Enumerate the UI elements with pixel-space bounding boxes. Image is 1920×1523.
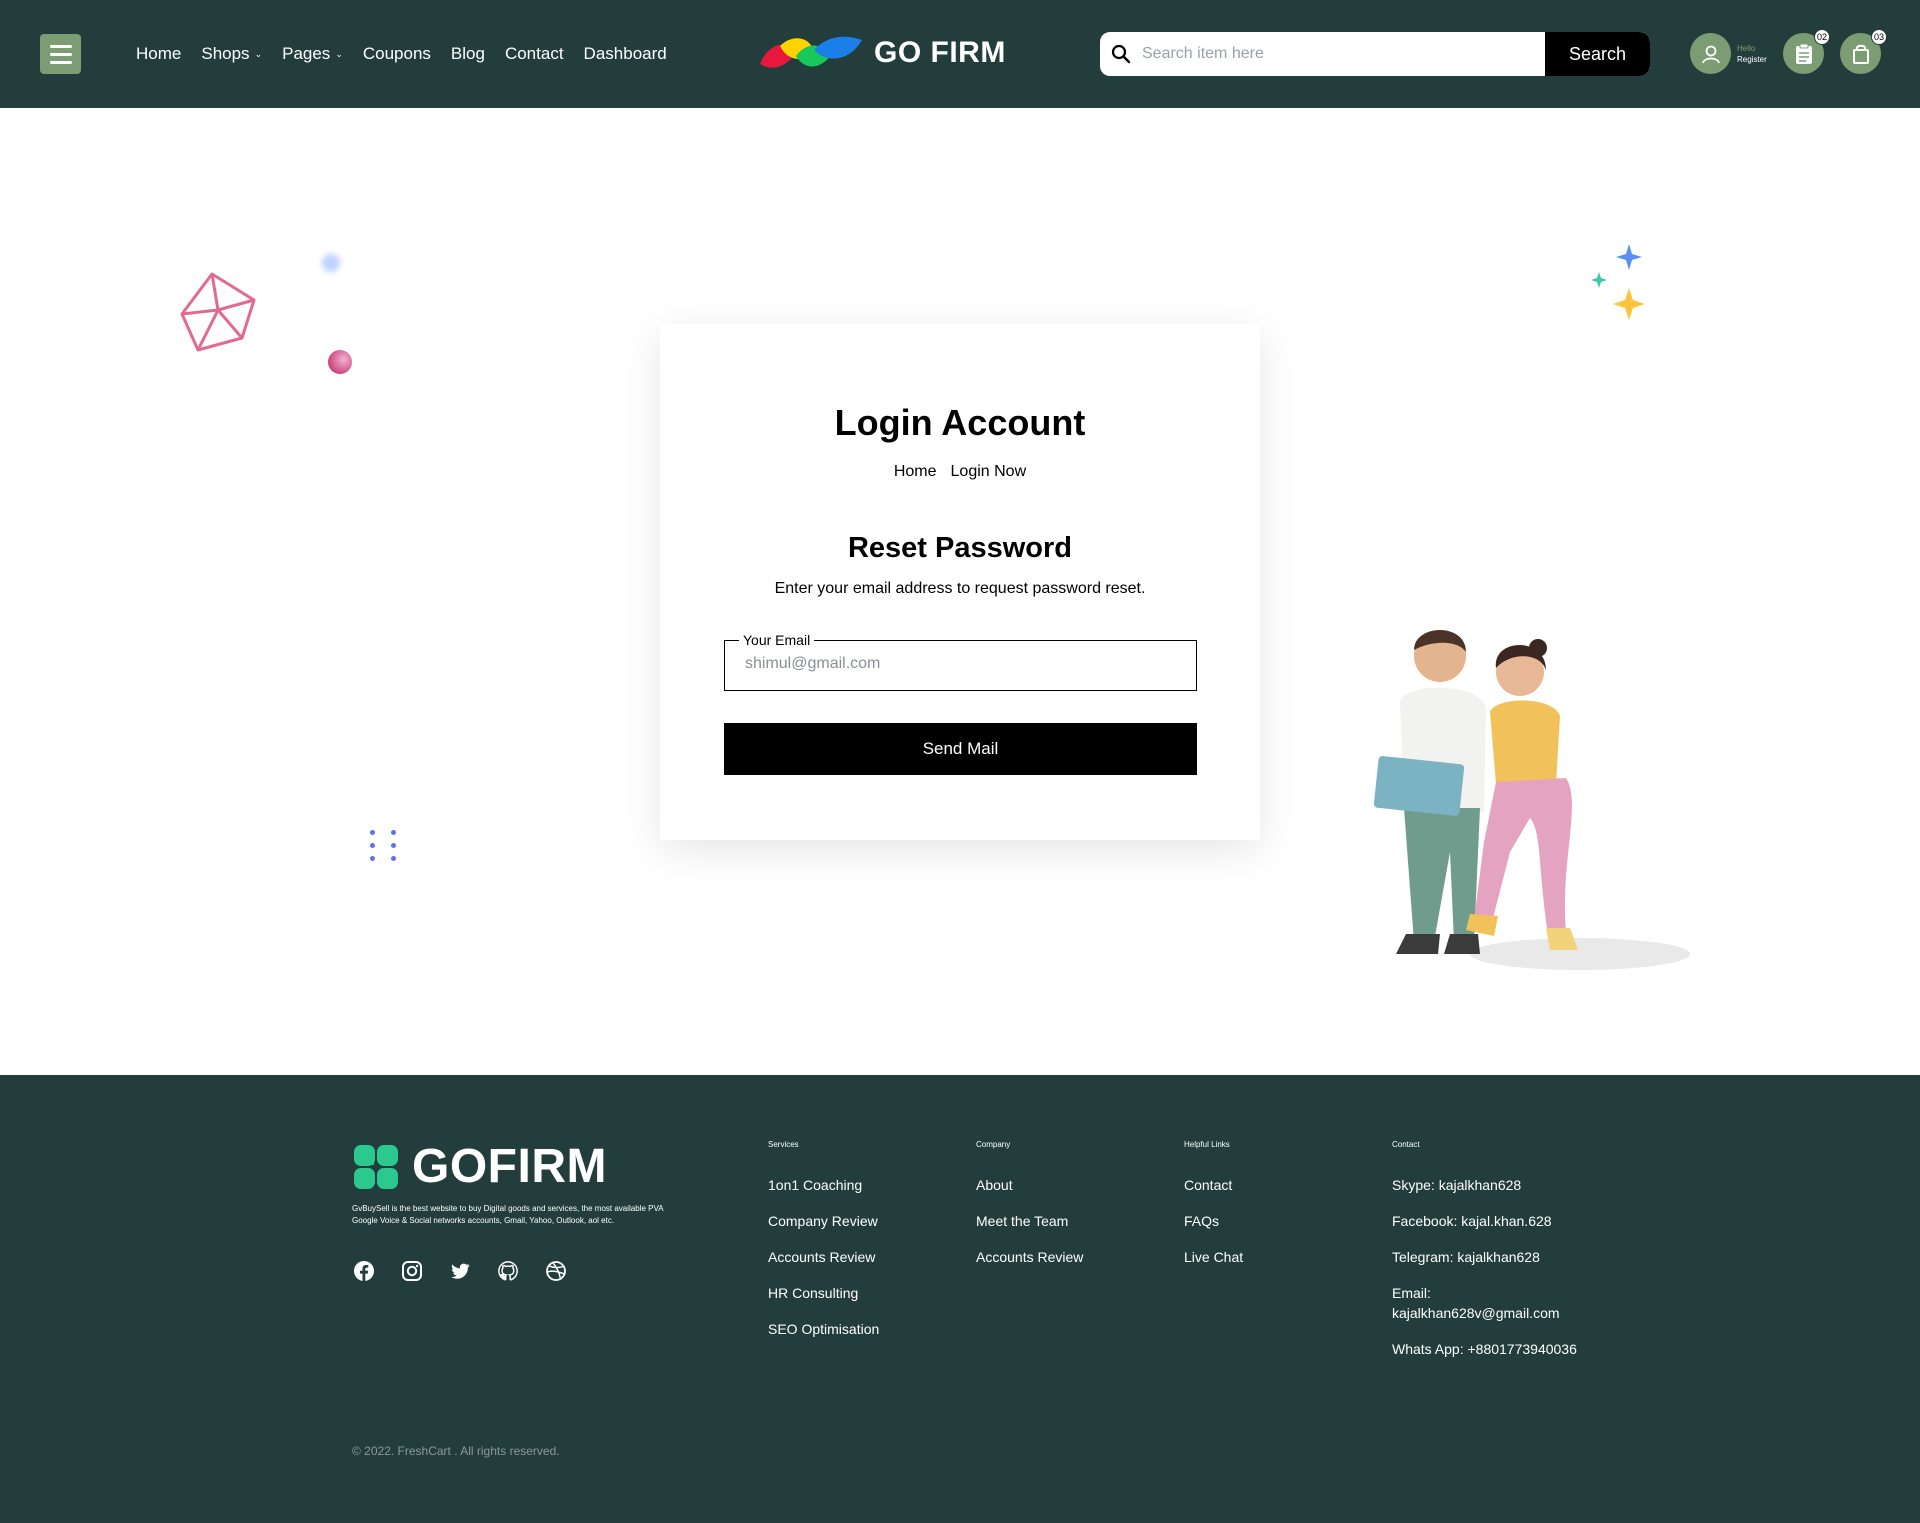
nav-shops[interactable]: Shops ⌄ [201, 44, 262, 64]
blur-dot-decoration [322, 254, 340, 272]
user-icon[interactable] [1690, 33, 1731, 74]
nav-label: Home [136, 44, 182, 63]
nav-label: Dashboard [583, 44, 667, 63]
email-input[interactable] [745, 655, 1175, 673]
footer-link[interactable]: Live Chat [1184, 1247, 1384, 1267]
dribbble-icon[interactable] [544, 1259, 567, 1282]
page-title: Login Account [834, 402, 1086, 443]
list-count-badge: 02 [1814, 29, 1830, 45]
cart-count-badge: 03 [1871, 29, 1887, 45]
search-button[interactable]: Search [1545, 32, 1650, 76]
main-nav: Home Shops ⌄ Pages ⌄ Coupons Blog Contact … [136, 44, 687, 64]
cart-button[interactable]: 03 [1840, 29, 1887, 74]
github-icon[interactable] [496, 1259, 519, 1282]
pink-ball-decoration [328, 350, 352, 374]
user-hello: Hello [1737, 43, 1756, 53]
contact-whatsapp[interactable]: Whats App: +8801773940036 [1392, 1339, 1582, 1359]
nav-pages[interactable]: Pages ⌄ [282, 44, 343, 64]
footer-link[interactable]: Accounts Review [976, 1247, 1176, 1267]
nav-blog[interactable]: Blog [451, 44, 485, 64]
send-mail-button[interactable]: Send Mail [724, 723, 1197, 775]
footer-link[interactable]: SEO Optimisation [768, 1319, 968, 1339]
footer-link[interactable]: Meet the Team [976, 1211, 1176, 1231]
cube-decoration-icon [180, 272, 256, 352]
dots-decoration [370, 830, 399, 861]
user-greeting: Hello Register [1737, 43, 1767, 65]
social-links [352, 1259, 567, 1282]
instagram-icon[interactable] [400, 1259, 423, 1282]
footer-column-company: Company About Meet the Team Accounts Rev… [976, 1140, 1176, 1283]
list-button[interactable]: 02 [1783, 29, 1830, 74]
contact-skype[interactable]: Skype: kajalkhan628 [1392, 1175, 1582, 1195]
reset-description: Enter your email address to request pass… [774, 580, 1146, 597]
nav-label: Blog [450, 44, 485, 63]
footer-link[interactable]: Company Review [768, 1211, 968, 1231]
footer-description: GvBuySell is the best website to buy Dig… [352, 1204, 664, 1225]
search-icon [1100, 32, 1142, 76]
footer-link[interactable]: About [976, 1175, 1176, 1195]
footer-heading: Services [768, 1140, 799, 1149]
top-navbar: Home Shops ⌄ Pages ⌄ Coupons Blog Contact … [0, 0, 1920, 108]
brand-logo[interactable]: GO FIRM [758, 32, 1006, 74]
footer-heading: Company [976, 1140, 1011, 1149]
shopping-bag-icon [1852, 44, 1869, 64]
clover-logo-icon [354, 1144, 398, 1189]
footer-link[interactable]: Accounts Review [768, 1247, 968, 1267]
people-laptop-illustration [1373, 630, 1690, 970]
breadcrumb-home[interactable]: Home [894, 463, 937, 480]
chevron-down-icon: ⌄ [335, 48, 343, 59]
hamburger-menu-icon[interactable] [40, 34, 81, 74]
clipboard-icon [1795, 43, 1812, 64]
copyright: © 2022. FreshCart . All rights reserved. [352, 1444, 560, 1458]
footer-link[interactable]: Contact [1184, 1175, 1384, 1195]
breadcrumb: Home Login Now [660, 463, 1260, 481]
nav-coupons[interactable]: Coupons [363, 44, 431, 64]
footer-column-services: Services 1on1 Coaching Company Review Ac… [768, 1140, 968, 1355]
footer-link[interactable]: 1on1 Coaching [768, 1175, 968, 1195]
contact-facebook[interactable]: Facebook: kajal.khan.628 [1392, 1211, 1582, 1231]
footer-column-contact: Contact Skype: kajalkhan628 Facebook: ka… [1392, 1140, 1582, 1375]
search-bar: Search [1100, 32, 1650, 76]
email-label: Your Email [739, 632, 815, 648]
brand-mark-icon [760, 36, 862, 68]
nav-label: Coupons [362, 44, 431, 63]
register-link[interactable]: Register [1737, 54, 1767, 65]
reset-password-title: Reset Password [847, 532, 1073, 564]
contact-telegram[interactable]: Telegram: kajalkhan628 [1392, 1247, 1582, 1267]
facebook-icon[interactable] [352, 1259, 375, 1282]
chevron-down-icon: ⌄ [254, 48, 263, 59]
email-field: Your Email [724, 632, 1197, 691]
login-card: Login Account Home Login Now Reset Passwo… [660, 324, 1260, 840]
search-input[interactable] [1142, 32, 1545, 76]
nav-home[interactable]: Home [136, 44, 181, 64]
contact-email[interactable]: Email: kajalkhan628v@gmail.com [1392, 1283, 1582, 1323]
nav-dashboard[interactable]: Dashboard [584, 44, 667, 64]
twitter-icon[interactable] [448, 1259, 471, 1282]
account-link[interactable]: Hello Register [1690, 33, 1767, 74]
sparkles-decoration-icon [1591, 244, 1645, 320]
footer-column-helpful-links: Helpful Links Contact FAQs Live Chat [1184, 1140, 1384, 1283]
footer-logo[interactable]: GOFIRM [352, 1139, 607, 1194]
footer-link[interactable]: FAQs [1184, 1211, 1384, 1231]
footer-link[interactable]: HR Consulting [768, 1283, 968, 1303]
footer: GOFIRM GvBuySell is the best website to … [0, 1075, 1920, 1523]
footer-heading: Helpful Links [1184, 1140, 1230, 1149]
nav-label: Pages [282, 44, 331, 63]
footer-brand-name: GOFIRM [412, 1140, 607, 1193]
brand-name: GO FIRM [874, 36, 1006, 69]
breadcrumb-current: Login Now [950, 463, 1027, 480]
nav-contact[interactable]: Contact [505, 44, 564, 64]
nav-label: Contact [504, 44, 564, 63]
footer-heading: Contact [1392, 1140, 1420, 1149]
nav-label: Shops [201, 44, 250, 63]
